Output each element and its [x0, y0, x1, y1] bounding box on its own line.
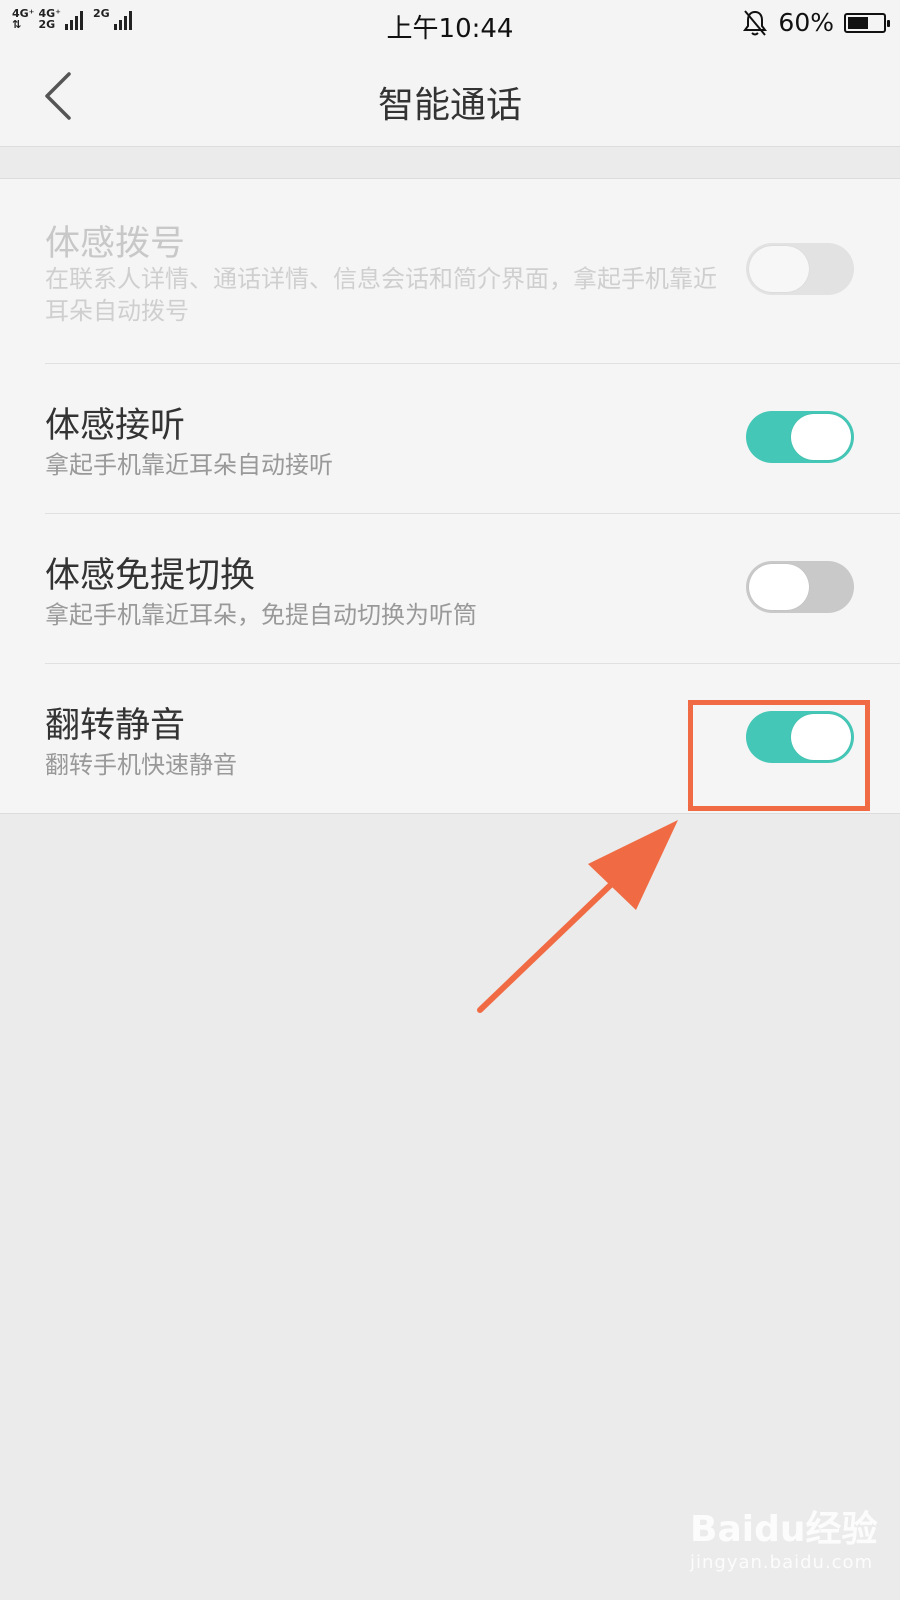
setting-subtitle: 拿起手机靠近耳朵自动接听	[45, 451, 333, 479]
toggle-knob	[749, 564, 809, 610]
annotation-highlight-box	[688, 700, 870, 811]
toggle-knob	[749, 246, 809, 292]
motion-dial-toggle[interactable]	[746, 243, 854, 295]
watermark: Baidu经验 jingyan.baidu.com	[690, 1500, 890, 1573]
motion-handsfree-toggle[interactable]	[746, 561, 854, 613]
battery-percent: 60%	[778, 8, 834, 37]
status-bar: 4G⁺ ⇅ 4G⁺ 2G 2G 上午10:44 60%	[0, 0, 900, 46]
watermark-logo: Baidu经验	[690, 1509, 878, 1550]
page-title: 智能通话	[377, 85, 522, 126]
setting-title: 体感接听	[45, 406, 186, 446]
setting-motion-handsfree: 体感免提切换 拿起手机靠近耳朵，免提自动切换为听筒	[0, 513, 900, 663]
setting-motion-dial: 体感拨号 在联系人详情、通话详情、信息会话和简介界面，拿起手机靠近耳朵自动拨号	[0, 179, 900, 363]
annotation-arrow-icon	[477, 820, 678, 1013]
setting-title: 体感免提切换	[45, 556, 256, 596]
status-right: 60%	[742, 8, 890, 37]
motion-answer-toggle[interactable]	[746, 411, 854, 463]
battery-fill	[848, 16, 868, 29]
setting-subtitle: 拿起手机靠近耳朵，免提自动切换为听筒	[45, 601, 477, 629]
setting-title: 翻转静音	[45, 706, 186, 746]
watermark-url: jingyan.baidu.com	[690, 1552, 874, 1573]
app-header: 智能通话	[0, 46, 900, 147]
bell-mute-icon	[743, 9, 768, 36]
toggle-knob	[791, 414, 851, 460]
setting-motion-answer: 体感接听 拿起手机靠近耳朵自动接听	[0, 363, 900, 513]
battery-icon	[844, 12, 890, 33]
setting-subtitle: 翻转手机快速静音	[45, 751, 237, 779]
setting-subtitle: 在联系人详情、通话详情、信息会话和简介界面，拿起手机靠近耳朵自动拨号	[45, 265, 717, 325]
setting-title: 体感拨号	[45, 224, 186, 264]
